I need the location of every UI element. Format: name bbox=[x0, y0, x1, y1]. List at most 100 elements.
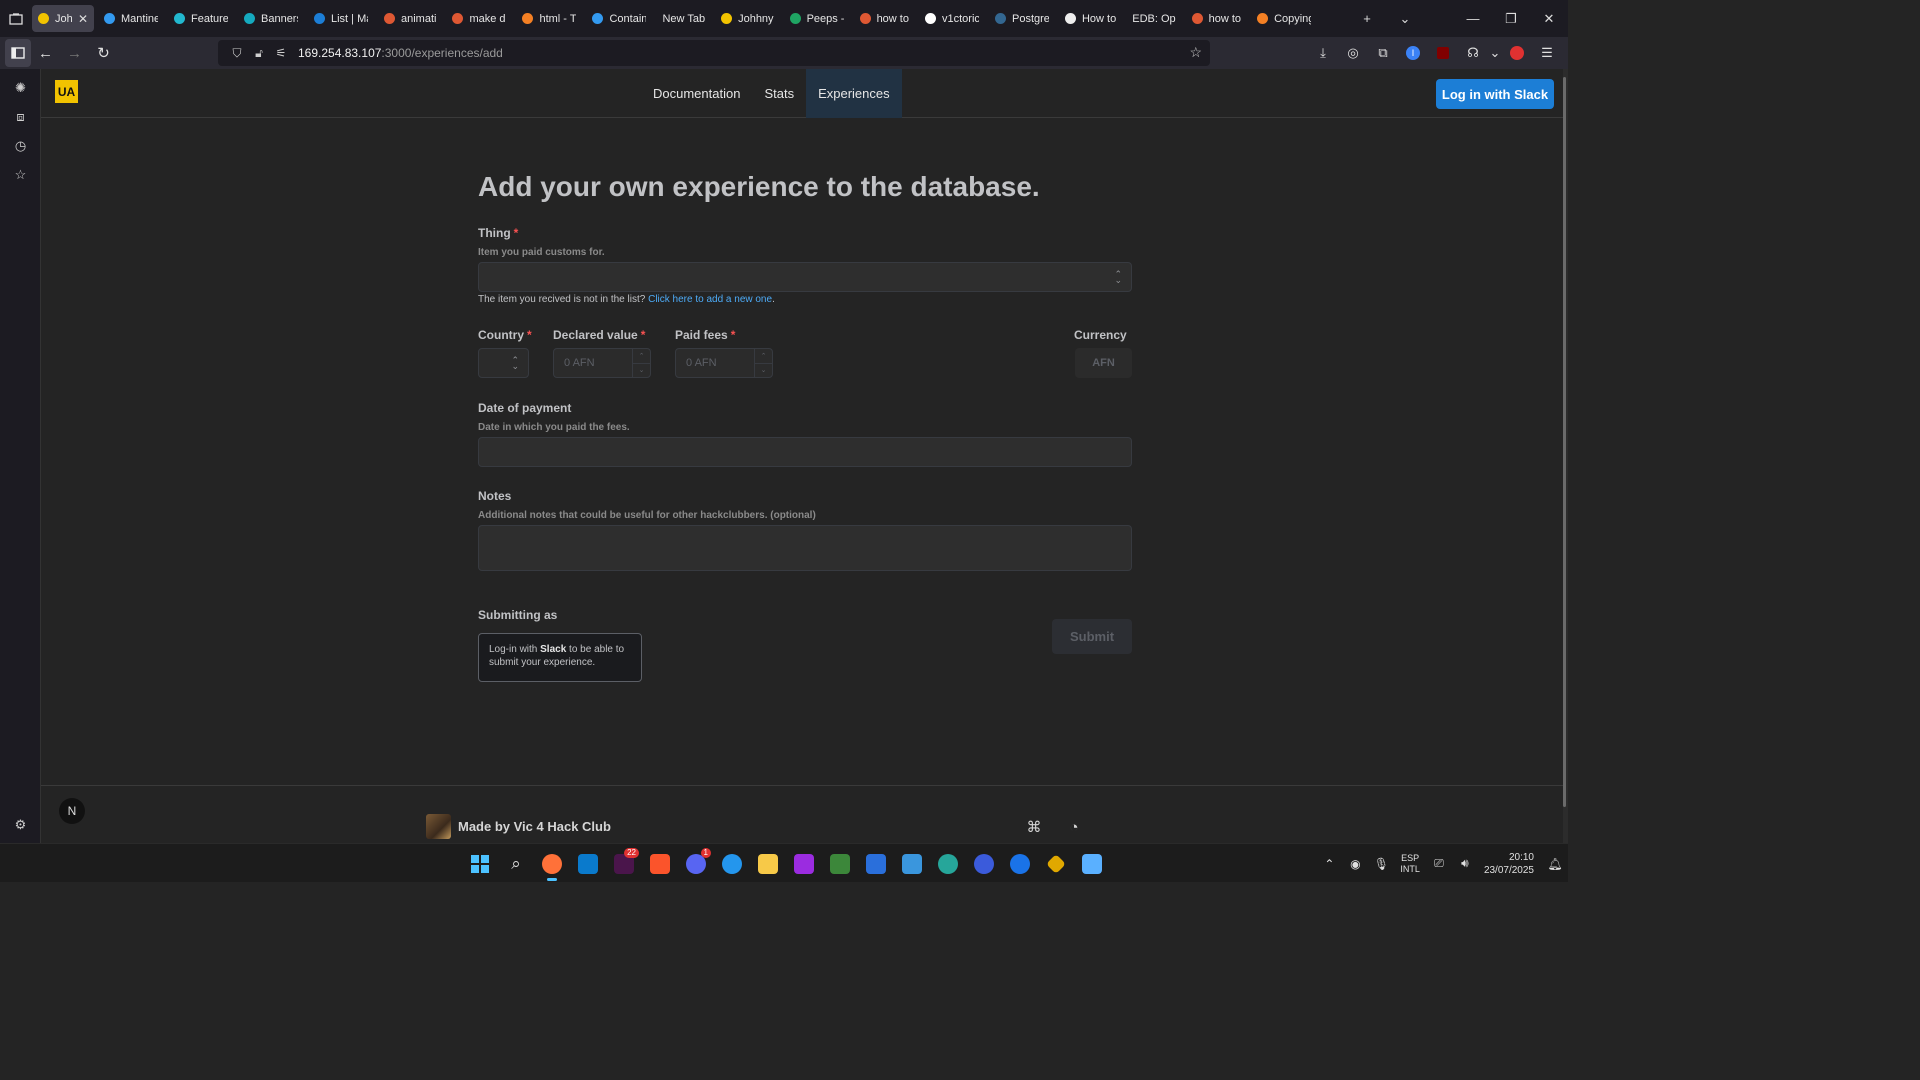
browser-tab[interactable]: Peeps - bbox=[784, 5, 850, 32]
browser-tab[interactable]: animati bbox=[378, 5, 442, 32]
declared-value-stepper[interactable]: ⌃ ⌄ bbox=[632, 349, 650, 377]
slack-icon[interactable]: 22 bbox=[606, 846, 642, 882]
brave-icon[interactable] bbox=[642, 846, 678, 882]
onepassword-icon[interactable] bbox=[1002, 846, 1038, 882]
increment-icon[interactable]: ⌃ bbox=[755, 349, 772, 364]
drawing-app-icon[interactable] bbox=[858, 846, 894, 882]
github-icon[interactable]: ◔ bbox=[1064, 817, 1084, 837]
close-tab-icon[interactable]: ✕ bbox=[78, 12, 88, 26]
lock-icon[interactable]: 🔓︎ bbox=[248, 46, 270, 61]
tray-onepassword-icon[interactable]: ◉ bbox=[1342, 857, 1368, 871]
restore-icon[interactable]: ❐ bbox=[1492, 0, 1530, 37]
start-icon[interactable] bbox=[462, 846, 498, 882]
volume-icon[interactable]: 🔊︎ bbox=[1452, 856, 1478, 871]
back-icon[interactable]: ← bbox=[31, 39, 60, 67]
search-icon[interactable]: ⌕ bbox=[498, 846, 534, 882]
downloads-icon[interactable]: ⤓ bbox=[1308, 39, 1338, 67]
history-icon[interactable]: ◷ bbox=[0, 131, 41, 160]
address-bar[interactable]: ⛉ 🔓︎ ⚟ 169.254.83.107:3000/experiences/a… bbox=[218, 40, 1210, 66]
menu-icon[interactable]: ☰ bbox=[1532, 39, 1562, 67]
date-input[interactable] bbox=[478, 437, 1132, 467]
copilot-icon[interactable] bbox=[966, 846, 1002, 882]
datagrip-icon[interactable] bbox=[786, 846, 822, 882]
chevron-down-icon[interactable]: ⌄ bbox=[1386, 0, 1424, 37]
sidebar-toggle-icon[interactable] bbox=[5, 39, 31, 67]
minimize-icon[interactable]: — bbox=[1454, 0, 1492, 37]
browser-tab[interactable]: How to bbox=[1059, 5, 1122, 32]
url-text[interactable]: 169.254.83.107:3000/experiences/add bbox=[298, 46, 503, 60]
nodejs-icon[interactable] bbox=[822, 846, 858, 882]
browser-tab[interactable]: make di bbox=[446, 5, 512, 32]
add-new-thing-link[interactable]: Click here to add a new one bbox=[648, 294, 772, 305]
bookmarks-icon[interactable]: ☆ bbox=[0, 160, 41, 189]
maps-icon[interactable] bbox=[930, 846, 966, 882]
ai-chatbot-icon[interactable]: ✺ bbox=[0, 73, 41, 102]
tray-chevron-icon[interactable]: ⌃ bbox=[1316, 857, 1342, 871]
decrement-icon[interactable]: ⌄ bbox=[755, 364, 772, 378]
docker-icon[interactable] bbox=[714, 846, 750, 882]
microphone-icon[interactable]: 🎙︎ bbox=[1368, 857, 1394, 871]
notepad-icon[interactable] bbox=[1074, 846, 1110, 882]
browser-tab[interactable]: Banners bbox=[238, 5, 304, 32]
browser-tab[interactable]: Mantine bbox=[98, 5, 164, 32]
file-explorer-icon[interactable] bbox=[750, 846, 786, 882]
site-logo[interactable]: UA bbox=[55, 80, 78, 103]
decrement-icon[interactable]: ⌄ bbox=[633, 364, 650, 378]
account-icon[interactable]: ◎ bbox=[1338, 39, 1368, 67]
forward-icon[interactable]: → bbox=[60, 39, 89, 67]
browser-tab[interactable]: List | Ma bbox=[308, 5, 374, 32]
youtube-icon[interactable] bbox=[1502, 39, 1532, 67]
paid-fees-input[interactable]: 0 AFN ⌃ ⌄ bbox=[675, 348, 773, 378]
browser-tab[interactable]: Contain bbox=[586, 5, 652, 32]
extensions-icon[interactable]: ⧉ bbox=[1368, 39, 1398, 67]
paid-fees-stepper[interactable]: ⌃ ⌄ bbox=[754, 349, 772, 377]
network-icon[interactable]: ⎚ bbox=[1426, 856, 1452, 871]
nav-experiences[interactable]: Experiences bbox=[806, 69, 902, 118]
browser-tab[interactable]: Feature bbox=[168, 5, 234, 32]
extension-chevron-icon[interactable]: ⌄ bbox=[1488, 39, 1502, 67]
reload-icon[interactable]: ↻ bbox=[89, 39, 118, 67]
ms-store-icon[interactable] bbox=[894, 846, 930, 882]
clock[interactable]: 20:10 23/07/2025 bbox=[1484, 851, 1534, 877]
website-icon[interactable]: ⌘ bbox=[1024, 817, 1044, 837]
vscode-icon[interactable] bbox=[570, 846, 606, 882]
tab-list-icon[interactable] bbox=[0, 0, 32, 37]
firefox-icon[interactable] bbox=[534, 846, 570, 882]
ublock-icon[interactable] bbox=[1428, 39, 1458, 67]
new-tab-icon[interactable]: + bbox=[1348, 0, 1386, 37]
permissions-icon[interactable]: ⚟ bbox=[270, 46, 292, 60]
increment-icon[interactable]: ⌃ bbox=[633, 349, 650, 364]
browser-tab[interactable]: Johh ✕ bbox=[32, 5, 94, 32]
thing-select[interactable]: ⌃ ⌄ bbox=[478, 262, 1132, 292]
browser-tab[interactable]: New Tab bbox=[656, 5, 711, 32]
password-manager-icon[interactable]: I bbox=[1398, 39, 1428, 67]
country-select[interactable]: ⌃ ⌄ bbox=[478, 348, 529, 378]
browser-tab[interactable]: how to bbox=[1186, 5, 1247, 32]
sidebar-settings-icon[interactable]: ⚙ bbox=[0, 810, 41, 839]
notifications-icon[interactable]: 🔔︎ bbox=[1542, 857, 1568, 871]
page-scrollbar[interactable] bbox=[1563, 69, 1568, 843]
discord-icon[interactable]: 1 bbox=[678, 846, 714, 882]
nav-stats[interactable]: Stats bbox=[752, 69, 806, 118]
browser-tab[interactable]: Johhny bbox=[715, 5, 779, 32]
browser-tab[interactable]: Postgre bbox=[989, 5, 1055, 32]
browser-tab[interactable]: how to bbox=[854, 5, 915, 32]
scrollbar-thumb[interactable] bbox=[1563, 77, 1566, 807]
submit-button[interactable]: Submit bbox=[1052, 619, 1132, 654]
login-slack-button[interactable]: Log in with Slack bbox=[1436, 79, 1554, 109]
shield-icon[interactable]: ⛉ bbox=[226, 46, 248, 61]
declared-value-input[interactable]: 0 AFN ⌃ ⌄ bbox=[553, 348, 651, 378]
nav-documentation[interactable]: Documentation bbox=[641, 69, 752, 118]
synced-tabs-icon[interactable]: ⧈ bbox=[0, 102, 41, 131]
headphones-icon[interactable]: ☊ bbox=[1458, 39, 1488, 67]
windows-taskbar: ⌕ 22 1 ⌃ ◉ 🎙︎ ESP INTL ⎚ 🔊︎ 20:10 23/07/20… bbox=[0, 843, 1568, 882]
browser-tab[interactable]: html - T bbox=[516, 5, 582, 32]
input-language[interactable]: ESP INTL bbox=[1400, 853, 1420, 875]
notes-textarea[interactable] bbox=[478, 525, 1132, 571]
bookmark-star-icon[interactable]: ☆ bbox=[1189, 44, 1202, 61]
browser-tab[interactable]: Copying bbox=[1251, 5, 1317, 32]
close-window-icon[interactable]: ✕ bbox=[1530, 0, 1568, 37]
browser-tab[interactable]: v1ctoric bbox=[919, 5, 985, 32]
git-kraken-icon[interactable] bbox=[1038, 846, 1074, 882]
browser-tab[interactable]: EDB: Op bbox=[1126, 5, 1181, 32]
